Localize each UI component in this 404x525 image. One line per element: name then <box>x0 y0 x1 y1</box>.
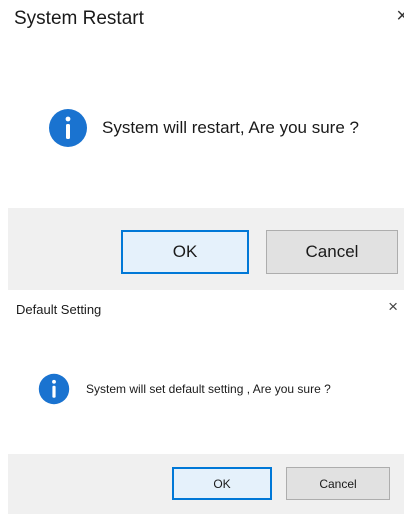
info-icon <box>38 373 70 405</box>
restart-dialog: System Restart × System will restart, Ar… <box>0 0 404 290</box>
dialog-title: Default Setting <box>16 302 102 317</box>
dialog-footer: OK Cancel <box>8 208 404 290</box>
screenshot: System Restart × System will restart, Ar… <box>0 0 404 525</box>
message-row: System will restart, Are you sure ? <box>48 108 359 148</box>
dialog-title: System Restart <box>14 8 144 29</box>
default-setting-dialog: Default Setting × System will set defaul… <box>0 290 404 525</box>
dialog-message: System will set default setting , Are yo… <box>86 382 331 396</box>
message-row: System will set default setting , Are yo… <box>38 373 331 405</box>
cancel-button[interactable]: Cancel <box>286 467 390 500</box>
ok-button[interactable]: OK <box>172 467 272 500</box>
info-icon <box>49 109 87 147</box>
dialog-footer: OK Cancel <box>8 454 404 514</box>
dialog-message: System will restart, Are you sure ? <box>102 118 359 137</box>
cancel-button[interactable]: Cancel <box>266 230 398 274</box>
ok-button[interactable]: OK <box>121 230 249 274</box>
close-icon[interactable]: × <box>388 298 398 315</box>
close-icon[interactable]: × <box>396 6 404 26</box>
